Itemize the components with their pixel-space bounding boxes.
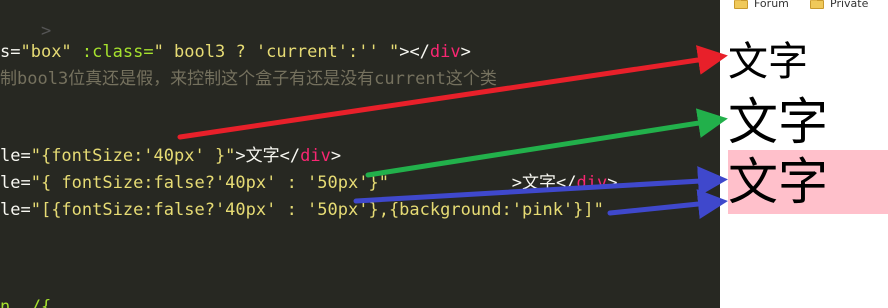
rendered-text-50px: 文字 (728, 93, 828, 151)
code-token: >文字</ (235, 146, 301, 166)
code-line-style-3: le="[{fontSize:false?'40px' : '50px'},{b… (0, 199, 604, 221)
code-token: s= (0, 42, 21, 62)
code-token: > (460, 42, 471, 62)
code-line-style-1: le="{fontSize:'40px' }">文字</div> (0, 145, 341, 167)
code-line-class-binding: s="box" :class=" bool3 ? 'current':'' ">… (0, 41, 471, 63)
code-token: "{fontSize:'40px' }" (30, 146, 236, 166)
code-token: div (429, 42, 461, 62)
code-token: > (40, 21, 52, 41)
bookmark-label: Forum (754, 0, 789, 10)
code-token: " bool3 ? 'current':'' " (153, 42, 400, 62)
pink-box: 文字 (728, 150, 888, 214)
code-token: div (300, 146, 331, 166)
code-line-comment: 制bool3位真还是假，来控制这个盒子有还是没有current这个类 (0, 68, 497, 90)
bookmark-forum[interactable]: Forum (734, 0, 789, 10)
bookmark-label: Private (830, 0, 869, 10)
code-token: > (330, 146, 342, 166)
code-token: "box" (20, 42, 72, 62)
code-line-partial: n /{ (0, 296, 51, 308)
code-editor[interactable]: > s="box" :class=" bool3 ? 'current':'' … (0, 0, 720, 308)
rendered-text-50px-pink: 文字 (728, 153, 828, 211)
bookmarks-bar: Forum Private (720, 0, 888, 14)
code-token: "{ fontSize:false?'40px' : '50px'}" (30, 173, 389, 193)
code-token: n /{ (0, 297, 52, 308)
code-token: >文字</ (388, 173, 577, 193)
code-token: ></ (399, 42, 430, 62)
code-token: le= (0, 200, 31, 220)
rendered-text-40px: 文字 (728, 39, 808, 85)
folder-icon (734, 0, 748, 9)
browser-preview: Forum Private 文字 文字 文字 (720, 0, 888, 308)
code-line-style-2: le="{ fontSize:false?'40px' : '50px'}" >… (0, 172, 617, 194)
code-token: "[{fontSize:false?'40px' : '50px'},{back… (30, 200, 604, 220)
folder-icon (810, 0, 824, 9)
code-comment: 制bool3位真还是假，来控制这个盒子有还是没有current这个类 (0, 69, 497, 89)
code-token: div (576, 173, 608, 193)
code-token: > (607, 173, 618, 193)
code-token: le= (0, 173, 31, 193)
code-token: le= (0, 146, 31, 166)
bookmark-private[interactable]: Private (810, 0, 868, 10)
code-token: :class= (71, 42, 154, 62)
